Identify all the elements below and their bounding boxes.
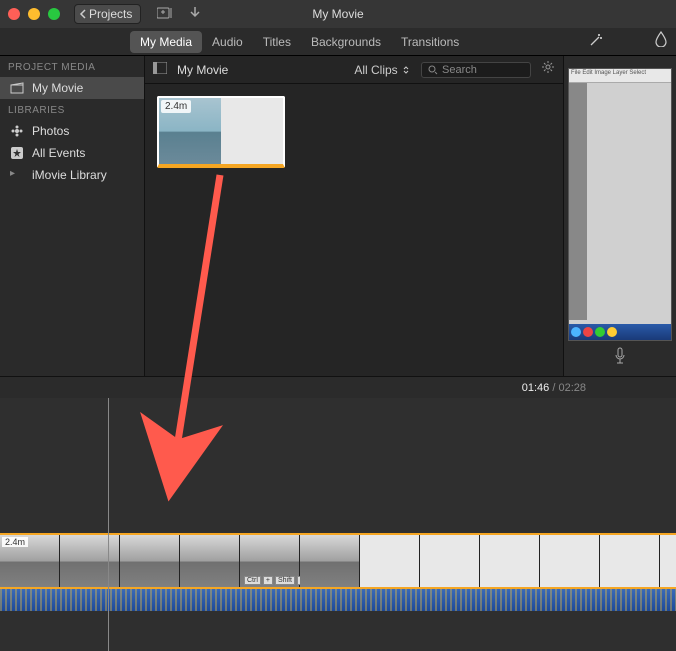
sidebar-photos-label: Photos: [32, 124, 69, 138]
tab-my-media[interactable]: My Media: [130, 31, 202, 53]
sidebar-item-photos[interactable]: Photos: [0, 120, 144, 142]
voiceover-mic-icon[interactable]: [564, 341, 676, 376]
timeline-frame[interactable]: [180, 535, 240, 587]
download-icon[interactable]: [189, 6, 201, 23]
media-browser: My Movie All Clips Search 2.4m: [145, 56, 563, 376]
timeline-frame[interactable]: [600, 535, 660, 587]
sidebar-all-events-label: All Events: [32, 146, 85, 160]
sidebar-item-project[interactable]: My Movie: [0, 77, 144, 99]
browser-title: My Movie: [177, 63, 228, 77]
chevron-right-icon: ▸: [10, 168, 24, 182]
zoom-window-button[interactable]: [48, 8, 60, 20]
clip-filter-dropdown[interactable]: All Clips: [354, 63, 411, 77]
timeline-frame[interactable]: [360, 535, 420, 587]
sidebar: PROJECT MEDIA My Movie LIBRARIES Photos …: [0, 56, 145, 376]
tab-titles[interactable]: Titles: [253, 31, 301, 53]
timeline-frame[interactable]: 2.4m: [0, 535, 60, 587]
tab-audio[interactable]: Audio: [202, 31, 253, 53]
clapperboard-icon: [10, 81, 24, 95]
back-to-projects-button[interactable]: Projects: [74, 4, 141, 24]
close-window-button[interactable]: [8, 8, 20, 20]
timeline-frame[interactable]: [480, 535, 540, 587]
audio-strip[interactable]: [0, 589, 676, 611]
clip-area[interactable]: 2.4m: [145, 84, 563, 376]
photos-flower-icon: [10, 124, 24, 138]
preview-panel: File Edit Image Layer Select: [563, 56, 676, 376]
timeline-frame[interactable]: [660, 535, 676, 587]
star-box-icon: [10, 146, 24, 160]
enhance-wand-icon[interactable]: [588, 32, 604, 51]
timeline-frame[interactable]: [300, 535, 360, 587]
tab-backgrounds[interactable]: Backgrounds: [301, 31, 391, 53]
window-controls: [8, 8, 60, 20]
tab-transitions[interactable]: Transitions: [391, 31, 469, 53]
total-time: / 02:28: [549, 382, 586, 394]
color-drop-icon[interactable]: [654, 31, 668, 52]
media-tabs: My Media Audio Titles Backgrounds Transi…: [0, 28, 676, 56]
sidebar-library-label: iMovie Library: [32, 168, 107, 182]
clip-duration-badge: 2.4m: [161, 100, 191, 113]
timeline-track[interactable]: 2.4m Ctrl+Shift+S: [0, 533, 676, 611]
settings-gear-icon[interactable]: [541, 60, 555, 79]
search-icon: [428, 65, 438, 75]
import-media-icon[interactable]: [157, 6, 175, 23]
preview-menubar: File Edit Image Layer Select: [569, 69, 671, 83]
preview-monitor[interactable]: File Edit Image Layer Select: [568, 68, 672, 341]
title-bar: Projects My Movie: [0, 0, 676, 28]
timeline-frame[interactable]: [60, 535, 120, 587]
timeline-frame[interactable]: [120, 535, 180, 587]
chevron-left-icon: [79, 9, 87, 19]
sidebar-project-label: My Movie: [32, 81, 83, 95]
sidebar-section-libraries: LIBRARIES: [0, 99, 144, 120]
frame-duration-badge: 2.4m: [2, 537, 28, 547]
search-field[interactable]: Search: [421, 62, 531, 78]
sidebar-toggle-icon[interactable]: [153, 62, 167, 77]
playhead[interactable]: [108, 398, 109, 651]
window-title: My Movie: [312, 7, 363, 21]
search-placeholder: Search: [442, 64, 477, 76]
main-area: PROJECT MEDIA My Movie LIBRARIES Photos …: [0, 56, 676, 376]
current-time: 01:46: [522, 382, 550, 394]
media-clip-thumbnail[interactable]: 2.4m: [157, 96, 285, 168]
timeline-frame[interactable]: Ctrl+Shift+S: [240, 535, 300, 587]
updown-caret-icon: [401, 65, 411, 75]
minimize-window-button[interactable]: [28, 8, 40, 20]
timeline-frame[interactable]: [420, 535, 480, 587]
video-strip[interactable]: 2.4m Ctrl+Shift+S: [0, 533, 676, 589]
sidebar-item-all-events[interactable]: All Events: [0, 142, 144, 164]
sidebar-section-project-media: PROJECT MEDIA: [0, 56, 144, 77]
timeline-frame[interactable]: [540, 535, 600, 587]
timeline[interactable]: 2.4m Ctrl+Shift+S: [0, 398, 676, 651]
preview-toolbox: [569, 83, 587, 320]
timecode-display: 01:46 / 02:28: [0, 376, 676, 398]
preview-taskbar: [569, 324, 671, 340]
back-label: Projects: [89, 7, 132, 21]
browser-header: My Movie All Clips Search: [145, 56, 563, 84]
sidebar-item-imovie-library[interactable]: ▸ iMovie Library: [0, 164, 144, 186]
